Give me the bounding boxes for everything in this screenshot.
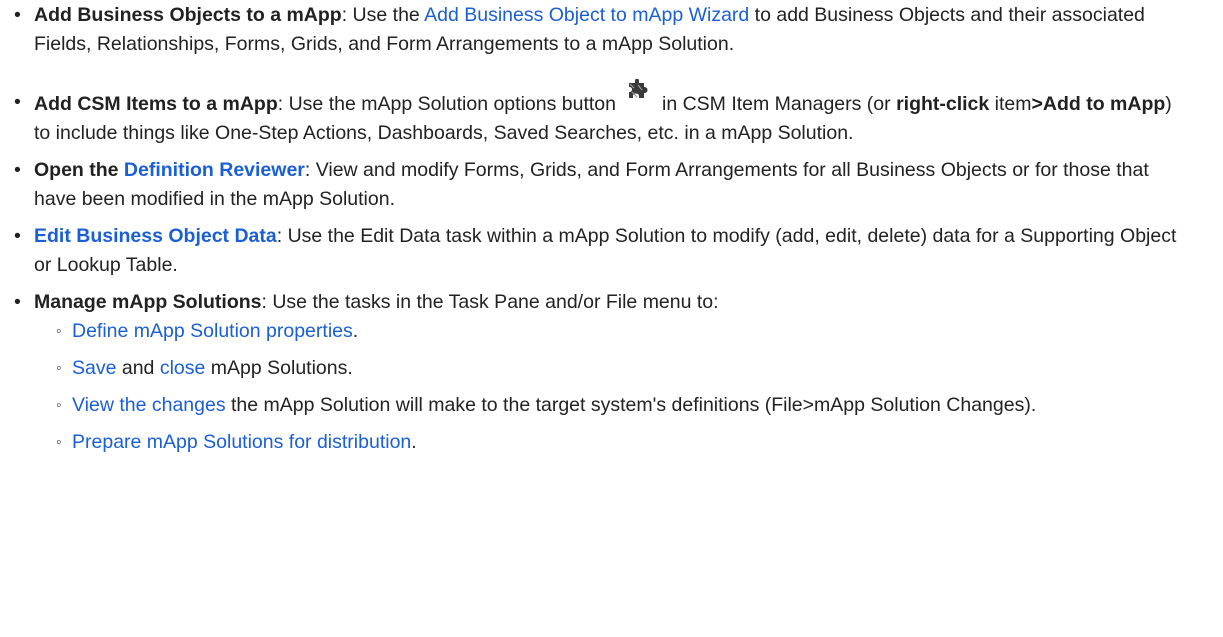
item-text: : Use the tasks in the Task Pane and/or … — [261, 291, 719, 313]
item-text: . — [411, 431, 417, 453]
item-text: . — [352, 320, 359, 342]
list-item-definition-reviewer: Open the Definition Reviewer: View and m… — [8, 156, 1193, 214]
item-text: the mApp Solution will make to the targe… — [225, 394, 1037, 416]
sub-item-define-properties: Define mApp Solution properties. — [56, 317, 1193, 346]
close-link[interactable]: close — [160, 357, 206, 379]
item-title: Add Business Objects to a mApp — [34, 4, 342, 26]
item-title: Open the — [34, 159, 124, 181]
prepare-distribution-link[interactable]: Prepare mApp Solutions for distribution — [72, 431, 411, 453]
help-page: Add Business Objects to a mApp : Use the … — [0, 1, 1223, 637]
sub-item-view-changes: View the changes the mApp Solution will … — [56, 391, 1193, 420]
feature-list: Add Business Objects to a mApp : Use the … — [8, 1, 1193, 457]
item-title: Add CSM Items to a mApp — [34, 93, 278, 115]
list-item-add-business-objects: Add Business Objects to a mApp: Use the … — [8, 1, 1193, 59]
define-properties-link[interactable]: Define mApp Solution properties — [72, 320, 353, 342]
edit-business-object-data-link[interactable]: Edit Business Object Data — [34, 225, 277, 247]
list-item-add-csm-items: Add CSM Items to a mApp: Use the mApp So… — [8, 78, 1193, 148]
item-text: : Use the mApp Solution options button — [277, 93, 616, 115]
view-changes-link[interactable]: View the changes — [72, 394, 226, 416]
definition-reviewer-link[interactable]: Definition Reviewer — [124, 159, 305, 181]
list-item-manage-mapp-solutions: Manage mApp Solutions: Use the tasks in … — [8, 288, 1193, 457]
sub-item-save-close: Save and close mApp Solutions. — [56, 354, 1193, 383]
item-text: item — [989, 93, 1032, 115]
list-item-edit-business-object-data: Edit Business Object Data: Use the Edit … — [8, 222, 1193, 280]
item-text: : Use the — [341, 4, 425, 26]
sub-item-prepare-distribution: Prepare mApp Solutions for distribution. — [56, 428, 1193, 457]
add-business-object-wizard-link[interactable]: Add Business Object to mApp Wizard — [424, 4, 749, 26]
item-text: mApp Solutions. — [205, 357, 353, 379]
item-bold: >Add to mApp — [1031, 93, 1166, 115]
item-bold: right-click — [896, 93, 990, 115]
item-title: Manage mApp Solutions — [34, 291, 262, 313]
sub-list: Define mApp Solution properties. Save an… — [34, 317, 1193, 457]
puzzle-piece-icon — [626, 78, 650, 104]
item-text: and — [116, 357, 160, 379]
item-text: in CSM Item Managers (or — [661, 93, 897, 115]
save-link[interactable]: Save — [72, 357, 116, 379]
